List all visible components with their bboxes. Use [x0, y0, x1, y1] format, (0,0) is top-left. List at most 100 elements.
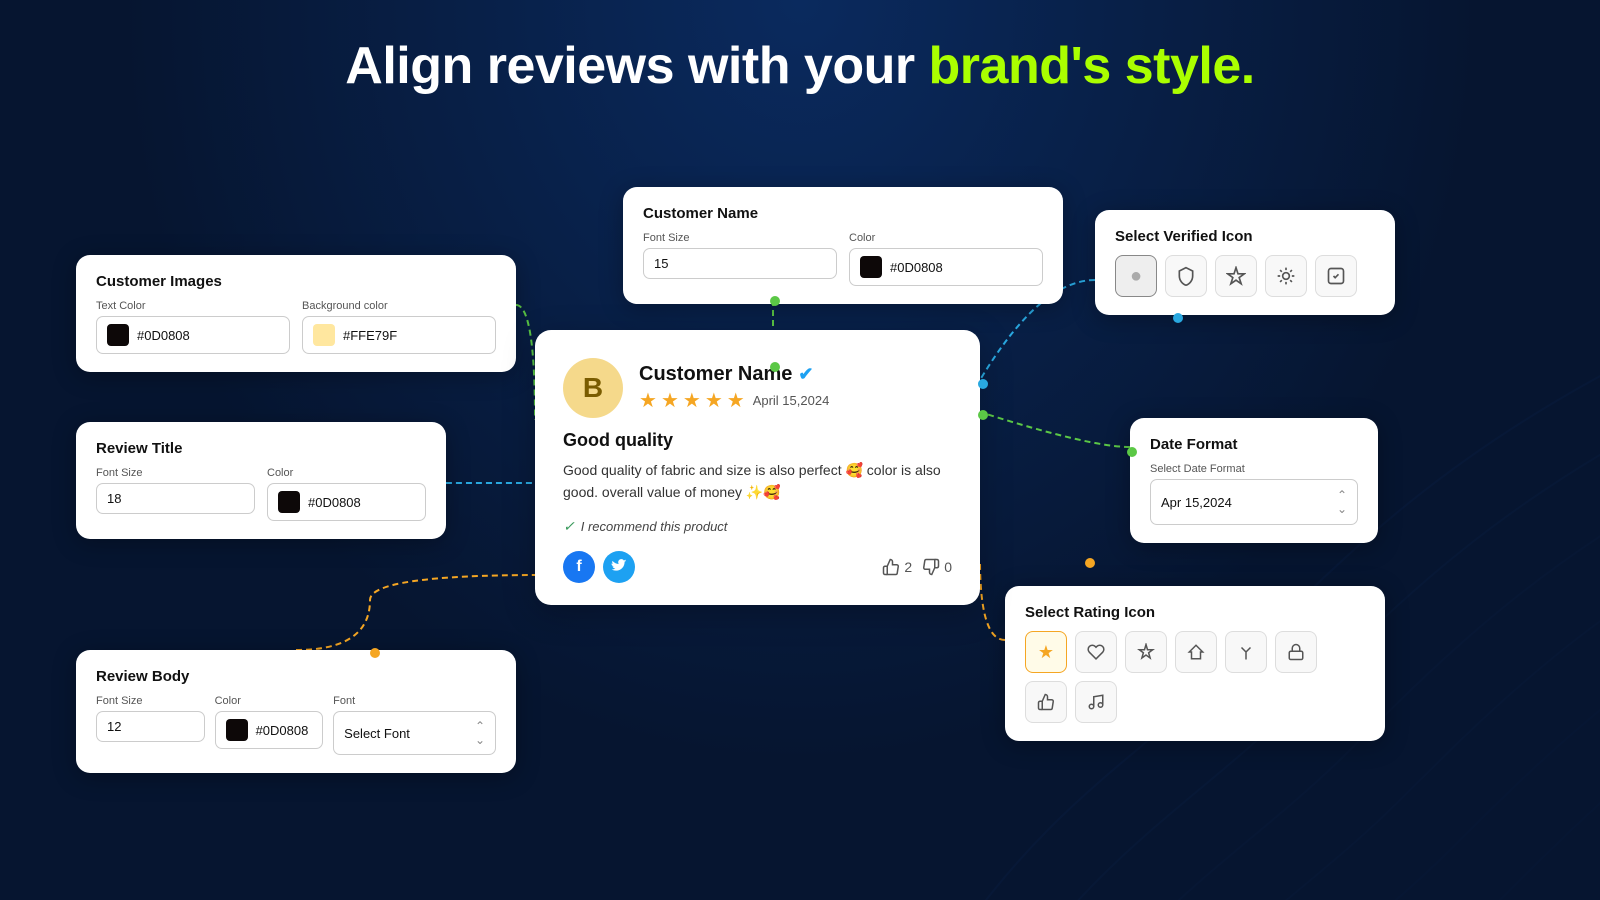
- verified-icon-panel: Select Verified Icon ●: [1095, 210, 1395, 315]
- rating-icon-btn-7[interactable]: [1075, 681, 1117, 723]
- rating-icon-panel: Select Rating Icon ★: [1005, 586, 1385, 741]
- cn-color-swatch[interactable]: [860, 256, 882, 278]
- title-highlight: brand's style.: [929, 37, 1255, 95]
- customer-name-title: Customer Name: [643, 205, 1043, 222]
- avatar-letter: B: [583, 372, 603, 404]
- recommend-row: ✓ I recommend this product: [563, 518, 952, 535]
- rating-icon-btn-4[interactable]: [1225, 631, 1267, 673]
- date-format-arrow: ⌃⌄: [1337, 488, 1347, 516]
- rt-color-input[interactable]: #0D0808: [267, 483, 426, 521]
- dot-date-card: [978, 410, 988, 420]
- text-color-label: Text Color: [96, 300, 290, 312]
- rt-font-size-label: Font Size: [96, 467, 255, 479]
- review-body-panel: Review Body Font Size 12 Color #0D0808 F…: [76, 650, 516, 773]
- rb-font-value: Select Font: [344, 726, 410, 741]
- rating-icon-btn-6[interactable]: [1025, 681, 1067, 723]
- bg-color-input[interactable]: #FFE79F: [302, 316, 496, 354]
- twitter-icon[interactable]: [603, 551, 635, 583]
- cn-color-input[interactable]: #0D0808: [849, 248, 1043, 286]
- rb-font-size-input[interactable]: 12: [96, 711, 205, 742]
- rb-color-value: #0D0808: [256, 723, 309, 738]
- cn-color-value: #0D0808: [890, 260, 943, 275]
- rt-font-size-input[interactable]: 18: [96, 483, 255, 514]
- rating-icon-row: ★: [1025, 631, 1365, 723]
- avatar: B: [563, 358, 623, 418]
- date-format-title: Date Format: [1150, 436, 1358, 453]
- rating-icon-btn-5[interactable]: [1275, 631, 1317, 673]
- facebook-icon[interactable]: f: [563, 551, 595, 583]
- rating-icon-title: Select Rating Icon: [1025, 604, 1365, 621]
- star-3: ★: [683, 388, 701, 413]
- dislikes-item[interactable]: 0: [922, 558, 952, 576]
- star-2: ★: [661, 388, 679, 413]
- rating-icon-btn-2[interactable]: [1125, 631, 1167, 673]
- text-color-swatch[interactable]: [107, 324, 129, 346]
- bg-color-value: #FFE79F: [343, 328, 397, 343]
- review-title-panel: Review Title Font Size 18 Color #0D0808: [76, 422, 446, 539]
- customer-name-panel: Customer Name Font Size 15 Color #0D0808: [623, 187, 1063, 304]
- rb-font-size-value: 12: [107, 719, 121, 734]
- review-body-title: Review Body: [96, 668, 496, 685]
- star-4: ★: [705, 388, 723, 413]
- bg-color-swatch[interactable]: [313, 324, 335, 346]
- review-body-text: Good quality of fabric and size is also …: [563, 459, 952, 504]
- verified-icon-btn-0[interactable]: ●: [1115, 255, 1157, 297]
- text-color-input[interactable]: #0D0808: [96, 316, 290, 354]
- check-icon: ✓: [563, 518, 575, 535]
- rb-color-input[interactable]: #0D0808: [215, 711, 324, 749]
- rating-icon-btn-0[interactable]: ★: [1025, 631, 1067, 673]
- rt-color-label: Color: [267, 467, 426, 479]
- verified-icon-btn-2[interactable]: [1215, 255, 1257, 297]
- rt-font-size-value: 18: [107, 491, 121, 506]
- date-format-select[interactable]: Apr 15,2024 ⌃⌄: [1150, 479, 1358, 525]
- rating-icon-btn-1[interactable]: [1075, 631, 1117, 673]
- review-date: April 15,2024: [753, 393, 830, 408]
- social-icons: f: [563, 551, 635, 583]
- cn-color-label: Color: [849, 232, 1043, 244]
- verified-icon-title: Select Verified Icon: [1115, 228, 1375, 245]
- review-card: B Customer Name ✔ ★ ★ ★ ★ ★ April 15,202…: [535, 330, 980, 605]
- dot-verified-right: [1173, 313, 1183, 323]
- rb-font-size-label: Font Size: [96, 695, 205, 707]
- dot-date-panel: [1127, 447, 1137, 457]
- customer-images-panel: Customer Images Text Color #0D0808 Backg…: [76, 255, 516, 372]
- bg-color-label: Background color: [302, 300, 496, 312]
- cn-font-size-value: 15: [654, 256, 668, 271]
- card-verified-icon: ✔: [798, 364, 813, 385]
- dislikes-count: 0: [944, 559, 952, 575]
- rt-color-value: #0D0808: [308, 495, 361, 510]
- date-format-label: Select Date Format: [1150, 463, 1358, 475]
- dot-customer-name-bottom: [770, 362, 780, 372]
- likes-item[interactable]: 2: [882, 558, 912, 576]
- verified-icon-btn-1[interactable]: [1165, 255, 1207, 297]
- verified-icon-btn-4[interactable]: [1315, 255, 1357, 297]
- star-5: ★: [727, 388, 745, 413]
- font-select-arrow: ⌃⌄: [475, 719, 485, 747]
- dot-review-body-orange: [370, 648, 380, 658]
- date-format-value: Apr 15,2024: [1161, 495, 1232, 510]
- helpful-row: 2 0: [882, 558, 952, 576]
- card-header: B Customer Name ✔ ★ ★ ★ ★ ★ April 15,202…: [563, 358, 952, 418]
- rating-icon-btn-3[interactable]: [1175, 631, 1217, 673]
- text-color-value: #0D0808: [137, 328, 190, 343]
- card-name-row: Customer Name ✔: [639, 363, 829, 386]
- rb-color-swatch[interactable]: [226, 719, 248, 741]
- rb-color-label: Color: [215, 695, 324, 707]
- stars-row: ★ ★ ★ ★ ★ April 15,2024: [639, 388, 829, 413]
- title-text: Align reviews with your: [345, 37, 928, 95]
- page-title: Align reviews with your brand's style.: [0, 36, 1600, 96]
- likes-count: 2: [904, 559, 912, 575]
- cn-font-size-label: Font Size: [643, 232, 837, 244]
- rt-color-swatch[interactable]: [278, 491, 300, 513]
- star-1: ★: [639, 388, 657, 413]
- cn-font-size-input[interactable]: 15: [643, 248, 837, 279]
- verified-icon-row: ●: [1115, 255, 1375, 297]
- customer-images-title: Customer Images: [96, 273, 496, 290]
- review-title-heading: Review Title: [96, 440, 426, 457]
- dot-customer-name-top: [770, 296, 780, 306]
- verified-icon-btn-3[interactable]: [1265, 255, 1307, 297]
- rb-font-select[interactable]: Select Font ⌃⌄: [333, 711, 496, 755]
- dot-rating-orange: [1085, 558, 1095, 568]
- card-footer: f 2 0: [563, 551, 952, 583]
- dot-verified-card: [978, 379, 988, 389]
